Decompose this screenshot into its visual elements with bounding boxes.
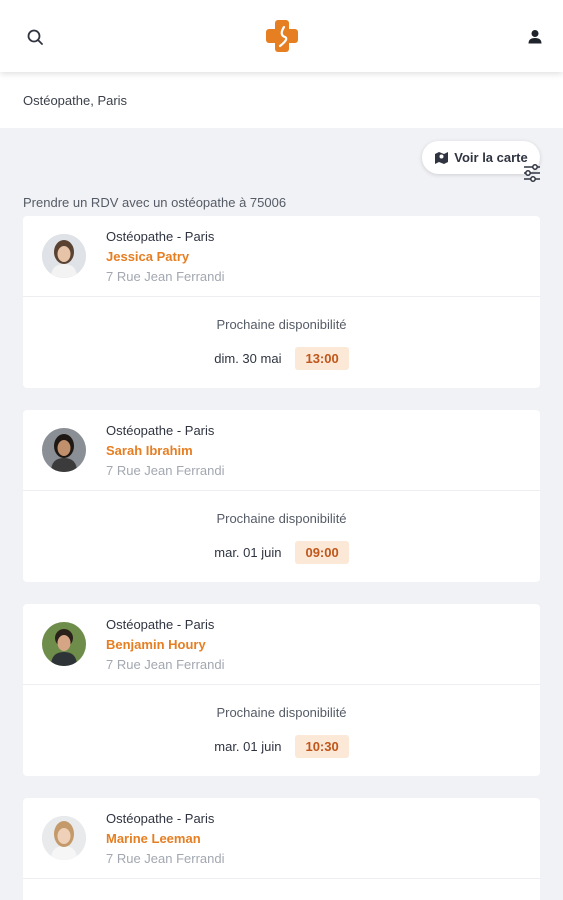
search-icon[interactable] — [25, 27, 47, 49]
availability-label: Prochaine disponibilité — [216, 705, 347, 720]
divider — [23, 296, 540, 297]
practitioner-specialty: Ostéopathe - Paris — [106, 229, 215, 244]
avatar — [42, 622, 86, 666]
map-icon — [435, 152, 449, 164]
practitioner-card[interactable]: Ostéopathe - Paris Sarah Ibrahim 7 Rue J… — [23, 410, 540, 582]
slot-date: mar. 01 juin — [214, 544, 282, 560]
practitioner-name[interactable]: Marine Leeman — [106, 831, 201, 846]
next-slot: mar. 01 juin 09:00 — [23, 540, 540, 564]
practitioner-specialty: Ostéopathe - Paris — [106, 811, 215, 826]
avatar — [42, 234, 86, 278]
availability-label: Prochaine disponibilité — [216, 511, 347, 526]
avatar — [42, 428, 86, 472]
practitioner-card[interactable]: Ostéopathe - Paris Benjamin Houry 7 Rue … — [23, 604, 540, 776]
practitioner-specialty: Ostéopathe - Paris — [106, 617, 215, 632]
availability-label: Prochaine disponibilité — [216, 317, 347, 332]
time-slot-button[interactable]: 13:00 — [295, 346, 349, 370]
practitioner-specialty: Ostéopathe - Paris — [106, 423, 215, 438]
slot-date: mar. 01 juin — [214, 738, 282, 754]
search-summary-bar[interactable]: Ostéopathe, Paris — [0, 72, 563, 182]
slot-date: dim. 30 mai — [214, 350, 282, 366]
divider — [23, 684, 540, 685]
practitioner-card[interactable]: Ostéopathe - Paris Jessica Patry 7 Rue J… — [23, 216, 540, 388]
practitioner-name[interactable]: Benjamin Houry — [106, 637, 206, 652]
next-slot: dim. 30 mai 13:00 — [23, 346, 540, 370]
practitioner-name[interactable]: Sarah Ibrahim — [106, 443, 193, 458]
medical-cross-logo[interactable] — [263, 17, 301, 55]
practitioner-address: 7 Rue Jean Ferrandi — [106, 463, 225, 478]
divider — [23, 490, 540, 491]
avatar — [42, 816, 86, 860]
search-query[interactable]: Ostéopathe, Paris — [23, 93, 127, 108]
view-map-label: Voir la carte — [454, 150, 528, 165]
time-slot-button[interactable]: 09:00 — [295, 540, 349, 564]
results-heading: Prendre un RDV avec un ostéopathe à 7500… — [23, 195, 287, 210]
practitioner-address: 7 Rue Jean Ferrandi — [106, 269, 225, 284]
time-slot-button[interactable]: 10:30 — [295, 734, 349, 758]
user-icon[interactable] — [525, 27, 545, 47]
top-app-bar — [0, 0, 563, 72]
sliders-icon[interactable] — [522, 164, 542, 182]
next-slot: mar. 01 juin 10:30 — [23, 734, 540, 758]
practitioner-name[interactable]: Jessica Patry — [106, 249, 189, 264]
practitioner-address: 7 Rue Jean Ferrandi — [106, 657, 225, 672]
divider — [23, 878, 540, 879]
practitioner-address: 7 Rue Jean Ferrandi — [106, 851, 225, 866]
practitioner-card[interactable]: Ostéopathe - Paris Marine Leeman 7 Rue J… — [23, 798, 540, 900]
